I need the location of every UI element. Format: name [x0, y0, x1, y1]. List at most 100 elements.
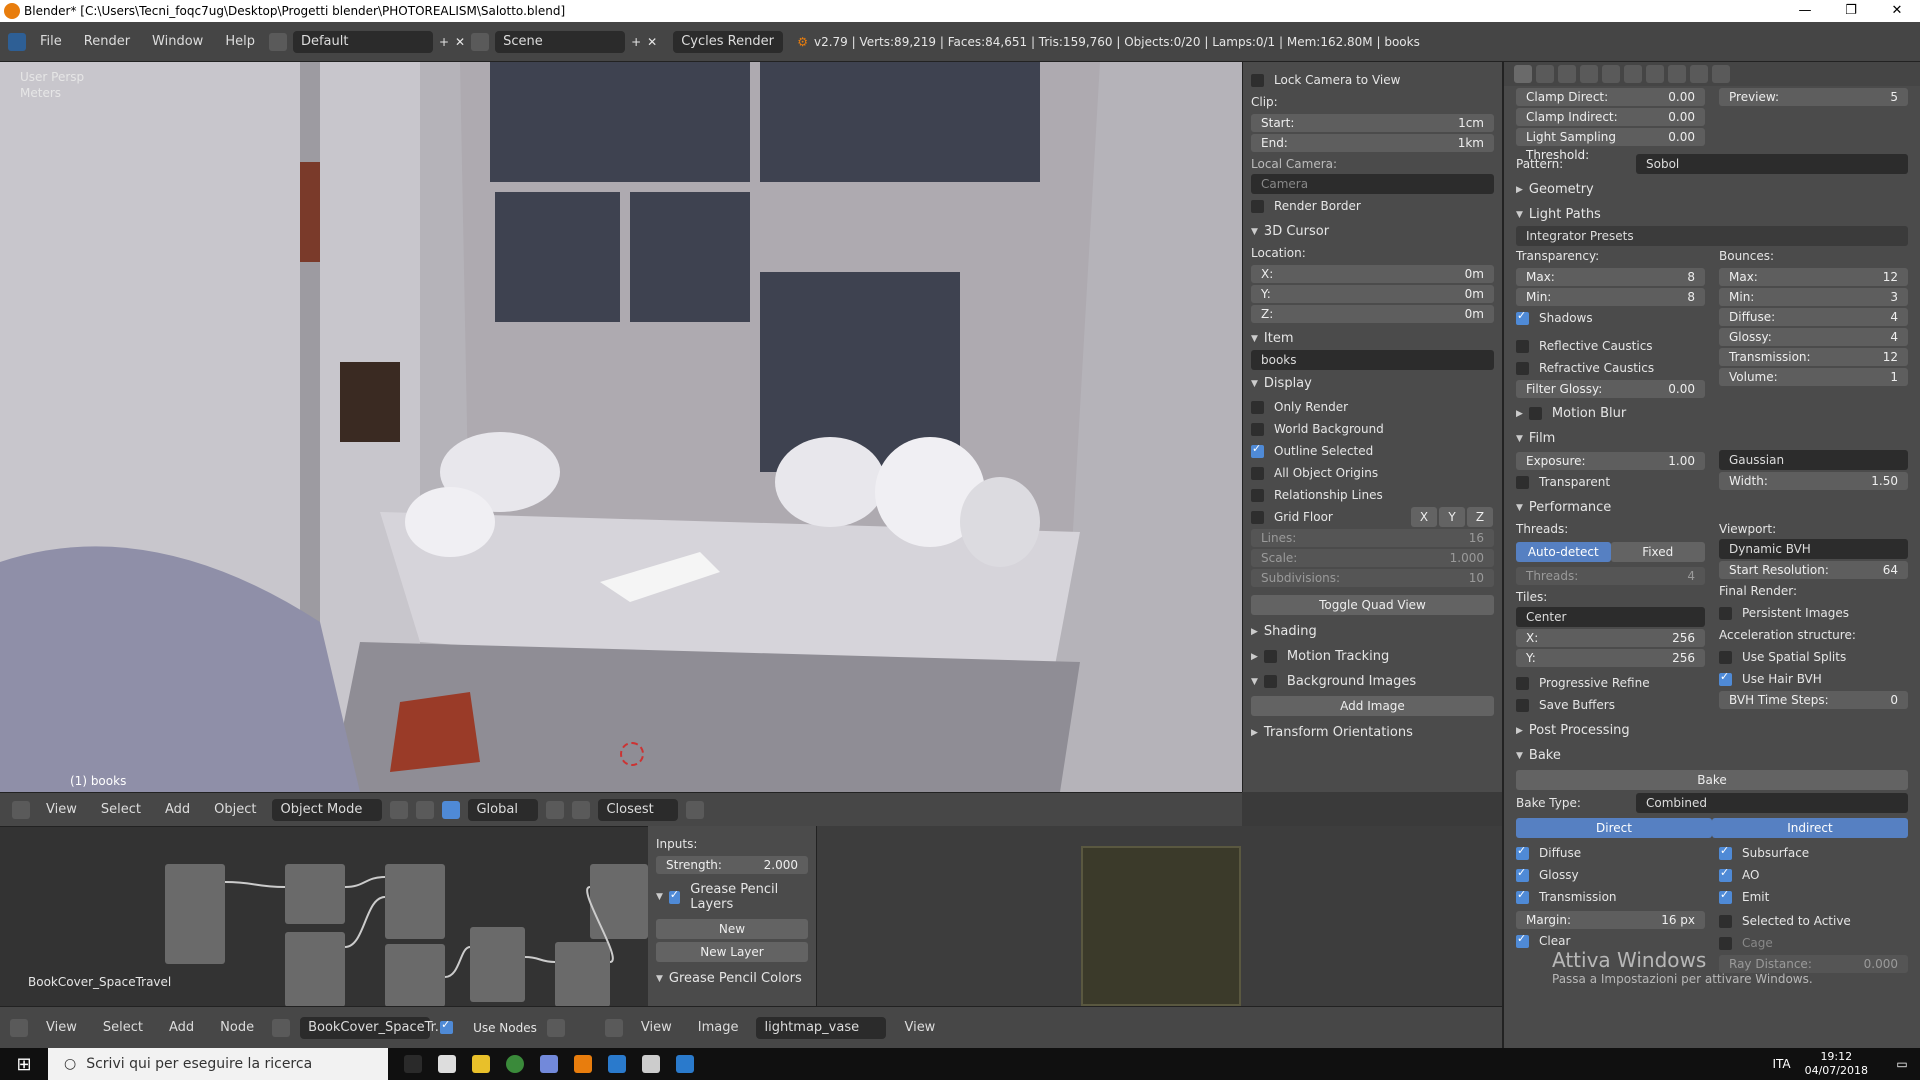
filter-type-select[interactable]: Gaussian — [1719, 450, 1908, 470]
vp-menu-view[interactable]: View — [38, 802, 85, 817]
file-explorer-icon[interactable] — [472, 1055, 490, 1073]
app-window-icon[interactable] — [676, 1055, 694, 1073]
grid-lines-field[interactable]: Lines: 16 — [1251, 529, 1494, 547]
cage-checkbox[interactable] — [1719, 936, 1732, 950]
spatial-splits-checkbox[interactable] — [1719, 650, 1732, 664]
chrome-icon[interactable] — [506, 1055, 524, 1073]
vp-menu-add[interactable]: Add — [157, 802, 198, 817]
clip-end-field[interactable]: End: 1km — [1251, 134, 1494, 152]
refractive-caustics-checkbox[interactable] — [1516, 361, 1529, 375]
clamp-indirect-field[interactable]: Clamp Indirect: 0.00 — [1516, 108, 1705, 126]
layers-icon[interactable] — [546, 800, 565, 819]
performance-section[interactable]: ▼ Performance — [1516, 494, 1908, 519]
world-tab-icon[interactable] — [1580, 65, 1598, 83]
close-button[interactable]: ✕ — [1874, 0, 1920, 22]
relationship-lines-checkbox[interactable] — [1251, 488, 1264, 502]
bake-type-select[interactable]: Combined — [1636, 793, 1908, 813]
mode-select[interactable]: Object Mode — [272, 798, 383, 821]
image-view-select[interactable]: View — [896, 1020, 943, 1035]
shading-icon[interactable] — [390, 800, 409, 819]
cursor-y-field[interactable]: Y: 0m — [1251, 285, 1494, 303]
bake-diffuse-checkbox[interactable] — [1516, 844, 1529, 860]
screen-layout-select[interactable]: Default — [292, 30, 433, 53]
image-menu-view[interactable]: View — [633, 1020, 680, 1035]
modifiers-tab-icon[interactable] — [1624, 65, 1642, 83]
info-editor-icon[interactable] — [8, 32, 26, 51]
render-engine-select[interactable]: Cycles Render — [673, 30, 784, 53]
remove-layout-icon[interactable]: ✕ — [455, 35, 465, 49]
object-tab-icon[interactable] — [1602, 65, 1620, 83]
mail-icon[interactable] — [438, 1055, 456, 1073]
toggle-quad-view-button[interactable]: Toggle Quad View — [1251, 595, 1494, 615]
grid-axis-x[interactable]: X — [1411, 507, 1437, 527]
menu-window[interactable]: Window — [144, 34, 211, 49]
minimize-button[interactable]: — — [1782, 0, 1828, 22]
bake-margin-field[interactable]: Margin: 16 px — [1516, 911, 1705, 929]
world-background-checkbox[interactable] — [1251, 422, 1264, 436]
render-border-checkbox[interactable] — [1251, 199, 1264, 213]
integrator-presets-select[interactable]: Integrator Presets — [1516, 226, 1908, 246]
blender-taskbar-icon[interactable] — [574, 1055, 592, 1073]
grid-floor-checkbox[interactable] — [1251, 510, 1264, 524]
pattern-select[interactable]: Sobol — [1636, 154, 1908, 174]
motion-blur-section[interactable]: ▶ Motion Blur — [1516, 400, 1908, 425]
tile-x-field[interactable]: X: 256 — [1516, 629, 1705, 647]
light-threshold-field[interactable]: Light Sampling Threshold: 0.00 — [1516, 128, 1705, 162]
threads-fixed-button[interactable]: Fixed — [1610, 542, 1705, 562]
grease-pencil-layers-section[interactable]: ▼Grease Pencil Layers — [656, 876, 808, 916]
image-select[interactable]: lightmap_vase — [756, 1016, 887, 1039]
clamp-direct-field[interactable]: Clamp Direct: 0.00 — [1516, 88, 1705, 106]
scene-tab-icon[interactable] — [1558, 65, 1576, 83]
bounces-volume-field[interactable]: Volume: 1 — [1719, 368, 1908, 386]
vp-menu-object[interactable]: Object — [206, 802, 264, 817]
grid-subdivisions-field[interactable]: Subdivisions: 10 — [1251, 569, 1494, 587]
bake-direct-button[interactable]: Direct — [1516, 818, 1712, 838]
data-tab-icon[interactable] — [1646, 65, 1664, 83]
item-name-field[interactable]: books — [1251, 350, 1494, 370]
task-view-icon[interactable] — [404, 1055, 422, 1073]
transparency-min-field[interactable]: Min: 8 — [1516, 288, 1705, 306]
windows-start-icon[interactable]: ⊞ — [0, 1054, 48, 1075]
node-menu-node[interactable]: Node — [212, 1020, 262, 1035]
notifications-icon[interactable]: ▭ — [1884, 1057, 1920, 1071]
geometry-section[interactable]: ▶ Geometry — [1516, 176, 1908, 201]
threads-auto-detect-button[interactable]: Auto-detect — [1516, 542, 1611, 562]
cursor-z-field[interactable]: Z: 0m — [1251, 305, 1494, 323]
physics-tab-icon[interactable] — [1712, 65, 1730, 83]
grid-axis-y[interactable]: Y — [1439, 507, 1465, 527]
image-editor-type-icon[interactable] — [604, 1018, 623, 1037]
outline-selected-checkbox[interactable] — [1251, 442, 1264, 458]
image-menu-image[interactable]: Image — [690, 1020, 747, 1035]
reflective-caustics-checkbox[interactable] — [1516, 339, 1529, 353]
bounces-diffuse-field[interactable]: Diffuse: 4 — [1719, 308, 1908, 326]
render-icon[interactable] — [686, 800, 705, 819]
discord-icon[interactable] — [540, 1055, 558, 1073]
shader-type-icon[interactable] — [272, 1018, 291, 1037]
material-select[interactable]: BookCover_SpaceTr... — [300, 1016, 447, 1039]
grid-axis-z[interactable]: Z — [1467, 507, 1493, 527]
progressive-refine-checkbox[interactable] — [1516, 676, 1529, 690]
snap-icon[interactable] — [572, 800, 591, 819]
vscode-icon[interactable] — [608, 1055, 626, 1073]
bake-indirect-button[interactable]: Indirect — [1712, 818, 1908, 838]
hair-bvh-checkbox[interactable] — [1719, 670, 1732, 686]
editor-type-icon[interactable] — [12, 800, 30, 819]
3d-cursor-icon[interactable] — [620, 742, 644, 766]
render-tab-icon[interactable] — [1514, 65, 1532, 83]
3d-cursor-section[interactable]: ▼ 3D Cursor — [1251, 218, 1494, 243]
tile-y-field[interactable]: Y: 256 — [1516, 649, 1705, 667]
bake-subsurface-checkbox[interactable] — [1719, 844, 1732, 860]
light-paths-section[interactable]: ▼ Light Paths — [1516, 201, 1908, 226]
transparent-checkbox[interactable] — [1516, 475, 1529, 489]
exposure-field[interactable]: Exposure: 1.00 — [1516, 452, 1705, 470]
use-nodes-checkbox[interactable] — [440, 1018, 454, 1034]
scene-select[interactable]: Scene — [495, 30, 626, 53]
manipulator-icon[interactable] — [442, 800, 461, 819]
ray-distance-field[interactable]: Ray Distance: 0.000 — [1719, 955, 1908, 973]
filter-width-field[interactable]: Width: 1.50 — [1719, 472, 1908, 490]
taskbar-search-box[interactable]: ○ Scrivi qui per eseguire la ricerca — [48, 1048, 388, 1080]
transparency-max-field[interactable]: Max: 8 — [1516, 268, 1705, 286]
bake-glossy-checkbox[interactable] — [1516, 866, 1529, 882]
post-processing-section[interactable]: ▶ Post Processing — [1516, 717, 1908, 742]
snap-target-select[interactable]: Closest — [598, 798, 679, 821]
